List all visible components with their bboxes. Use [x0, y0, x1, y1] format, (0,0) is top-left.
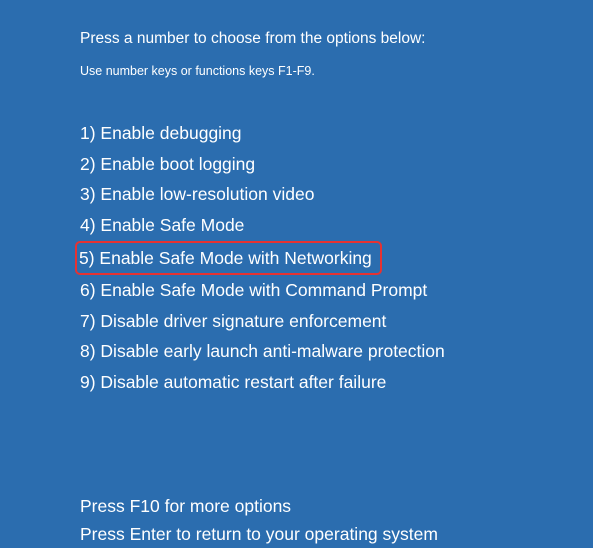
option-8[interactable]: 8) Disable early launch anti-malware pro… [80, 336, 593, 367]
instruction-header: Press a number to choose from the option… [80, 30, 593, 48]
option-5-highlighted[interactable]: 5) Enable Safe Mode with Networking [80, 241, 593, 276]
option-7[interactable]: 7) Disable driver signature enforcement [80, 306, 593, 337]
option-2[interactable]: 2) Enable boot logging [80, 149, 593, 180]
footer-return: Press Enter to return to your operating … [80, 520, 593, 548]
startup-settings-screen: Press a number to choose from the option… [0, 0, 593, 548]
footer-more-options: Press F10 for more options [80, 492, 593, 520]
highlight-box: 5) Enable Safe Mode with Networking [75, 241, 382, 276]
footer-instructions: Press F10 for more options Press Enter t… [80, 492, 593, 548]
option-9[interactable]: 9) Disable automatic restart after failu… [80, 367, 593, 398]
instruction-subheader: Use number keys or functions keys F1-F9. [80, 64, 593, 78]
option-3[interactable]: 3) Enable low-resolution video [80, 179, 593, 210]
boot-options-list: 1) Enable debugging 2) Enable boot loggi… [80, 118, 593, 398]
option-1[interactable]: 1) Enable debugging [80, 118, 593, 149]
option-6[interactable]: 6) Enable Safe Mode with Command Prompt [80, 275, 593, 306]
option-4[interactable]: 4) Enable Safe Mode [80, 210, 593, 241]
